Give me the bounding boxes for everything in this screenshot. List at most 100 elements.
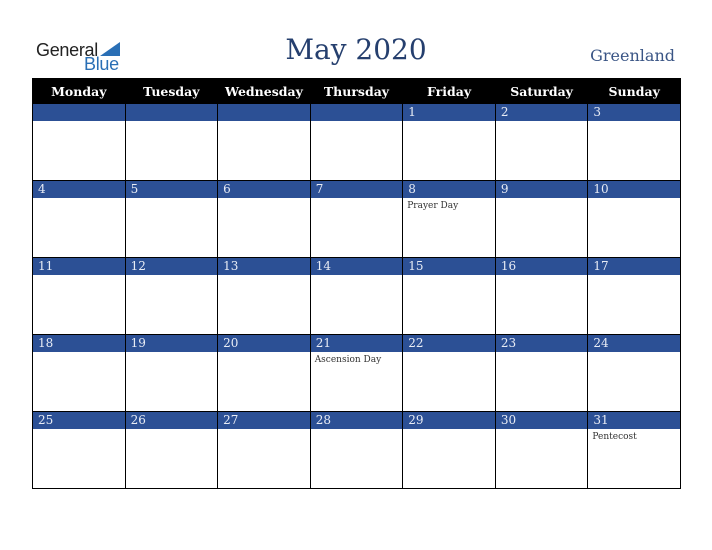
day-cell[interactable]: 15 <box>402 257 496 335</box>
holiday-label <box>33 352 125 355</box>
weekday-header: Thursday <box>309 78 404 104</box>
holiday-label <box>126 275 218 278</box>
holiday-label <box>311 121 403 124</box>
day-cell[interactable]: 6 <box>217 180 311 258</box>
day-number: 3 <box>588 104 680 121</box>
day-cell[interactable]: 19 <box>124 334 219 412</box>
day-cell[interactable]: 16 <box>494 257 589 335</box>
day-cell[interactable]: 22 <box>402 334 496 412</box>
day-number <box>125 104 218 121</box>
day-number: 23 <box>495 335 588 352</box>
day-number: 17 <box>588 258 680 275</box>
holiday-label <box>496 352 588 355</box>
day-cell[interactable]: 18 <box>32 334 126 412</box>
day-cell[interactable] <box>32 103 126 181</box>
day-cell[interactable]: 7 <box>309 180 404 258</box>
day-number: 11 <box>33 258 125 275</box>
day-number: 15 <box>403 258 495 275</box>
weekday-header: Tuesday <box>124 78 219 104</box>
day-cell[interactable]: 4 <box>32 180 126 258</box>
day-cell[interactable] <box>309 103 404 181</box>
holiday-label <box>403 429 495 432</box>
day-cell[interactable]: 8 Prayer Day <box>402 180 496 258</box>
day-cell[interactable]: 29 <box>402 411 496 489</box>
day-number: 7 <box>310 181 403 198</box>
day-number: 27 <box>218 412 310 429</box>
day-cell[interactable]: 11 <box>32 257 126 335</box>
day-cell[interactable] <box>124 103 219 181</box>
holiday-label <box>218 121 310 124</box>
day-number: 5 <box>125 181 218 198</box>
holiday-label <box>218 352 310 355</box>
holiday-label <box>126 121 218 124</box>
holiday-label: Prayer Day <box>407 201 459 211</box>
weekday-header: Wednesday <box>217 78 311 104</box>
holiday-label <box>403 275 495 278</box>
holiday-label <box>496 198 588 201</box>
day-cell[interactable]: 3 <box>587 103 681 181</box>
weekday-header: Monday <box>32 78 126 104</box>
day-cell[interactable]: 25 <box>32 411 126 489</box>
day-number: 13 <box>218 258 310 275</box>
holiday-label: Pentecost <box>592 432 637 442</box>
weekday-header: Sunday <box>587 78 681 104</box>
day-number: 24 <box>588 335 680 352</box>
day-cell[interactable]: 27 <box>217 411 311 489</box>
day-cell[interactable]: 20 <box>217 334 311 412</box>
day-number: 21 <box>310 335 403 352</box>
day-cell[interactable]: 9 <box>494 180 589 258</box>
holiday-label <box>126 198 218 201</box>
day-number: 31 <box>588 412 680 429</box>
calendar-body: 1 2 3 4 5 6 7 8 Prayer Day 9 10 11 12 13 14 15 16 17 18 19 2… <box>32 103 681 489</box>
week-row: 4 5 6 7 8 Prayer Day 9 10 <box>32 180 681 258</box>
day-number <box>33 104 125 121</box>
day-number: 22 <box>403 335 495 352</box>
day-cell[interactable]: 24 <box>587 334 681 412</box>
holiday-label <box>496 121 588 124</box>
day-number: 9 <box>495 181 588 198</box>
day-number: 28 <box>310 412 403 429</box>
holiday-label <box>311 429 403 432</box>
day-number: 12 <box>125 258 218 275</box>
day-cell[interactable]: 14 <box>309 257 404 335</box>
day-cell[interactable]: 2 <box>494 103 589 181</box>
day-number: 14 <box>310 258 403 275</box>
holiday-label <box>588 121 680 124</box>
day-number: 19 <box>125 335 218 352</box>
day-cell[interactable]: 21 Ascension Day <box>309 334 404 412</box>
day-cell[interactable]: 13 <box>217 257 311 335</box>
day-cell[interactable]: 12 <box>124 257 219 335</box>
day-cell[interactable]: 28 <box>309 411 404 489</box>
day-cell[interactable]: 26 <box>124 411 219 489</box>
day-cell[interactable] <box>217 103 311 181</box>
holiday-label <box>33 198 125 201</box>
holiday-label <box>496 275 588 278</box>
day-cell[interactable]: 23 <box>494 334 589 412</box>
day-number <box>310 104 403 121</box>
day-number: 16 <box>495 258 588 275</box>
week-row: 18 19 20 21 Ascension Day 22 23 24 <box>32 334 681 412</box>
day-number: 26 <box>125 412 218 429</box>
day-number: 10 <box>588 181 680 198</box>
day-cell[interactable]: 10 <box>587 180 681 258</box>
day-cell[interactable]: 1 <box>402 103 496 181</box>
holiday-label <box>311 275 403 278</box>
holiday-label <box>126 429 218 432</box>
holiday-label <box>496 429 588 432</box>
holiday-label <box>588 275 680 278</box>
day-cell[interactable]: 30 <box>494 411 589 489</box>
day-number: 6 <box>218 181 310 198</box>
day-cell[interactable]: 17 <box>587 257 681 335</box>
weekday-header: Saturday <box>494 78 589 104</box>
holiday-label <box>403 352 495 355</box>
day-cell[interactable]: 5 <box>124 180 219 258</box>
day-number: 30 <box>495 412 588 429</box>
day-cell[interactable]: 31 Pentecost <box>587 411 681 489</box>
week-row: 11 12 13 14 15 16 17 <box>32 257 681 335</box>
day-number: 8 <box>403 181 495 198</box>
weekday-header-row: Monday Tuesday Wednesday Thursday Friday Satu… <box>32 78 681 104</box>
holiday-label <box>33 275 125 278</box>
holiday-label <box>126 352 218 355</box>
holiday-label <box>588 352 680 355</box>
day-number: 25 <box>33 412 125 429</box>
